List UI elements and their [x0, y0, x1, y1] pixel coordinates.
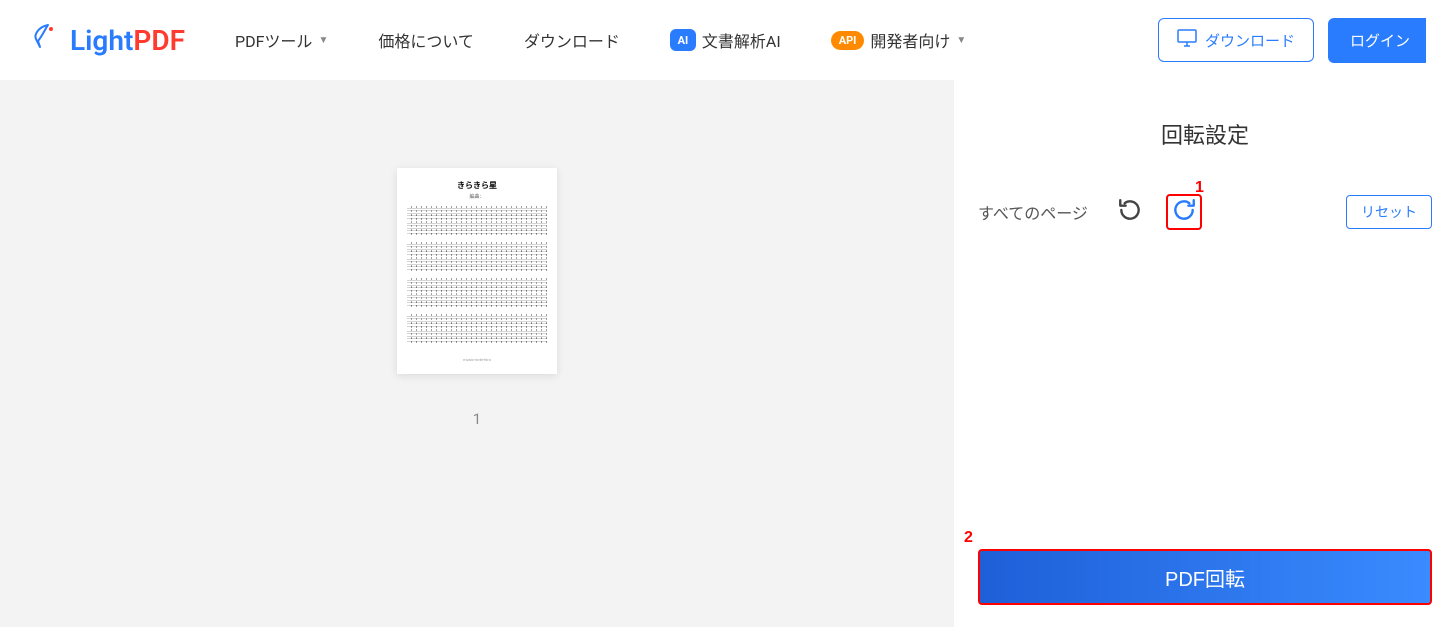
- logo-icon: [30, 21, 62, 60]
- nav-label: 価格について: [378, 28, 474, 52]
- rotate-cw-icon: [1171, 197, 1197, 227]
- header: LightPDF PDFツール ▼ 価格について ダウンロード AI 文書解析A…: [0, 0, 1456, 80]
- login-button[interactable]: ログイン: [1328, 18, 1426, 63]
- document-subtitle: 編曲：: [469, 193, 484, 200]
- content: きらきら星 編曲： music-note-hiro 1 回転設定 すべてのページ…: [0, 80, 1456, 627]
- download-button[interactable]: ダウンロード: [1158, 18, 1314, 62]
- preview-area[interactable]: きらきら星 編曲： music-note-hiro 1: [0, 80, 954, 627]
- chevron-down-icon: ▼: [318, 35, 328, 46]
- download-button-label: ダウンロード: [1205, 30, 1295, 51]
- reset-button-label: リセット: [1361, 204, 1417, 220]
- rotate-controls-row: すべてのページ 1 リセット: [978, 194, 1432, 230]
- chevron-down-icon: ▼: [956, 35, 966, 46]
- nav-label: 開発者向け: [870, 28, 950, 52]
- all-pages-label: すべてのページ: [978, 200, 1088, 224]
- annotation-marker-1: 1: [1195, 179, 1204, 197]
- rotate-ccw-button[interactable]: [1112, 194, 1148, 230]
- nav-download[interactable]: ダウンロード: [524, 28, 620, 52]
- logo[interactable]: LightPDF: [30, 21, 185, 60]
- music-staff-block: [407, 314, 547, 344]
- nav-pdf-tools[interactable]: PDFツール ▼: [235, 28, 328, 52]
- reset-button[interactable]: リセット: [1346, 195, 1432, 229]
- nav-label: PDFツール: [235, 28, 312, 52]
- music-staff-block: [407, 206, 547, 236]
- ai-badge-icon: AI: [670, 29, 696, 51]
- logo-text-pdf: PDF: [133, 24, 185, 57]
- page-thumbnail[interactable]: きらきら星 編曲： music-note-hiro: [397, 168, 557, 374]
- document-footer: music-note-hiro: [463, 357, 491, 362]
- rotate-pdf-button[interactable]: PDF回転: [978, 549, 1432, 605]
- sidebar-title: 回転設定: [978, 118, 1432, 150]
- action-wrap: 2 PDF回転: [978, 549, 1432, 605]
- logo-text-light: Light: [70, 24, 133, 57]
- annotation-marker-2: 2: [964, 529, 973, 547]
- header-actions: ダウンロード ログイン: [1158, 18, 1426, 63]
- page-number: 1: [473, 410, 481, 428]
- monitor-icon: [1177, 29, 1197, 51]
- nav-ai[interactable]: AI 文書解析AI: [670, 28, 781, 52]
- music-staff-block: [407, 242, 547, 272]
- api-badge-icon: API: [831, 31, 865, 50]
- rotate-ccw-icon: [1117, 197, 1143, 227]
- nav-pricing[interactable]: 価格について: [378, 28, 474, 52]
- rotate-pdf-button-label: PDF回転: [1165, 563, 1245, 592]
- rotate-cw-button[interactable]: 1: [1166, 194, 1202, 230]
- nav-label: 文書解析AI: [702, 28, 781, 52]
- document-title: きらきら星: [457, 180, 497, 191]
- music-staff-block: [407, 278, 547, 308]
- nav: PDFツール ▼ 価格について ダウンロード AI 文書解析AI API 開発者…: [235, 28, 1158, 52]
- sidebar: 回転設定 すべてのページ 1 リセット 2 PDF回転: [954, 80, 1456, 627]
- login-button-label: ログイン: [1350, 33, 1410, 50]
- nav-developer[interactable]: API 開発者向け ▼: [831, 28, 967, 52]
- nav-label: ダウンロード: [524, 28, 620, 52]
